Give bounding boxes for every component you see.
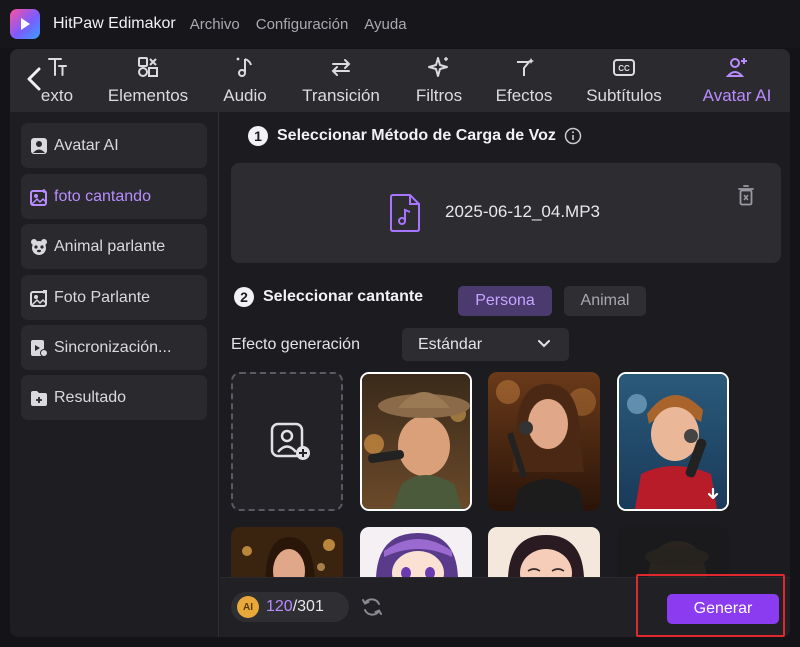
transition-arrows-icon	[331, 59, 351, 76]
step-1-header: 1 Seleccionar Método de Carga de Voz	[248, 126, 582, 146]
credits-counter: AI 120 /301	[231, 592, 349, 622]
talking-photo-icon	[30, 289, 47, 307]
effect-select-value: Estándar	[418, 335, 483, 353]
tab-label: Filtros	[415, 86, 463, 105]
singer-card-woman-mic[interactable]	[488, 372, 600, 511]
lip-sync-icon	[31, 339, 48, 357]
credits-used: 120	[266, 598, 293, 615]
tab-label: Subtítulos	[586, 86, 662, 105]
effect-select[interactable]: Estándar	[402, 328, 569, 361]
svg-text:CC: CC	[618, 64, 630, 73]
tab-texto[interactable]: exto	[28, 49, 86, 112]
tab-audio[interactable]: Audio	[210, 49, 280, 112]
menu-ayuda[interactable]: Ayuda	[364, 16, 406, 33]
refresh-icon[interactable]	[361, 596, 383, 618]
ai-coin-icon: AI	[237, 596, 259, 618]
chevron-down-icon	[538, 340, 550, 348]
tab-subtitulos[interactable]: CC Subtítulos	[578, 49, 670, 112]
menu-archivo[interactable]: Archivo	[190, 16, 240, 33]
singer-type-persona[interactable]: Persona	[458, 286, 552, 316]
add-portrait-icon	[270, 422, 310, 460]
tab-elementos[interactable]: Elementos	[98, 49, 198, 112]
tab-label: Transición	[302, 86, 380, 105]
sidebar-item-sincronizacion[interactable]: Sincronización...	[21, 325, 207, 370]
tab-efectos[interactable]: Efectos	[486, 49, 562, 112]
sidebar-item-label: Sincronización...	[54, 338, 172, 356]
delete-icon[interactable]	[736, 183, 756, 207]
step-2-title: Seleccionar cantante	[263, 288, 424, 305]
elements-icon	[138, 57, 158, 77]
singer-type-animal[interactable]: Animal	[564, 286, 646, 316]
singing-photo-icon	[30, 188, 47, 206]
step-number: 1	[248, 126, 268, 146]
sidebar-item-label: Avatar AI	[54, 136, 119, 154]
effect-label: Efecto generación	[231, 336, 360, 353]
tab-label: Elementos	[107, 86, 189, 105]
sidebar-item-animal-parlante[interactable]: Animal parlante	[21, 224, 207, 269]
folder-icon	[31, 390, 47, 406]
sidebar-item-label: Resultado	[54, 388, 127, 406]
menu-configuracion[interactable]: Configuración	[256, 16, 349, 33]
app-logo-icon	[10, 9, 40, 39]
singer-portrait-image	[488, 372, 600, 511]
sparkle-icon	[428, 57, 448, 77]
step-number: 2	[234, 287, 254, 307]
text-icon	[48, 58, 67, 76]
feature-toolbar: exto Elementos Audio Transición Filtros …	[10, 49, 790, 112]
captions-icon: CC	[613, 59, 635, 76]
music-note-icon	[236, 57, 252, 77]
magic-wand-icon	[517, 58, 534, 76]
sidebar-item-avatar-ai[interactable]: Avatar AI	[21, 123, 207, 168]
audio-file-icon	[390, 194, 420, 232]
avatar-icon	[31, 137, 47, 154]
panda-icon	[31, 238, 47, 255]
audio-file-name: 2025-06-12_04.MP3	[445, 202, 601, 221]
info-icon[interactable]	[564, 127, 582, 145]
audio-upload-box[interactable]: 2025-06-12_04.MP3	[231, 163, 781, 263]
tab-label: exto	[40, 86, 74, 105]
sidebar-item-label: Foto Parlante	[54, 288, 151, 306]
download-icon[interactable]	[705, 487, 721, 503]
tab-label: Avatar AI	[702, 86, 772, 105]
sidebar: Avatar AI foto cantando Animal parlante …	[10, 112, 219, 637]
upload-singer-card[interactable]	[231, 372, 343, 511]
step-2-header: 2 Seleccionar cantante	[234, 287, 423, 307]
content-panel: 1 Seleccionar Método de Carga de Voz 202…	[220, 112, 790, 637]
sidebar-item-foto-cantando[interactable]: foto cantando	[21, 174, 207, 219]
sidebar-item-resultado[interactable]: Resultado	[21, 375, 207, 420]
tab-label: Audio	[223, 86, 267, 105]
credits-total: /301	[292, 598, 324, 615]
main-panel: Avatar AI foto cantando Animal parlante …	[10, 112, 790, 637]
singer-card-boy-red[interactable]	[617, 372, 729, 511]
add-user-icon	[725, 58, 747, 77]
title-bar: HitPaw Edimakor Archivo Configuración Ay…	[0, 0, 800, 48]
singer-card-boy-hat[interactable]	[360, 372, 472, 511]
generate-button-highlight	[636, 574, 785, 637]
tab-label: Efectos	[495, 86, 553, 105]
sidebar-item-label: foto cantando	[54, 187, 151, 205]
sidebar-item-foto-parlante[interactable]: Foto Parlante	[21, 275, 207, 320]
tab-filtros[interactable]: Filtros	[406, 49, 472, 112]
tab-avatar-ai[interactable]: Avatar AI	[692, 49, 782, 112]
sidebar-item-label: Animal parlante	[54, 237, 166, 255]
tab-transicion[interactable]: Transición	[292, 49, 390, 112]
app-title: HitPaw Edimakor	[53, 15, 176, 32]
singer-portrait-image	[362, 374, 470, 509]
step-1-title: Seleccionar Método de Carga de Voz	[277, 127, 556, 144]
